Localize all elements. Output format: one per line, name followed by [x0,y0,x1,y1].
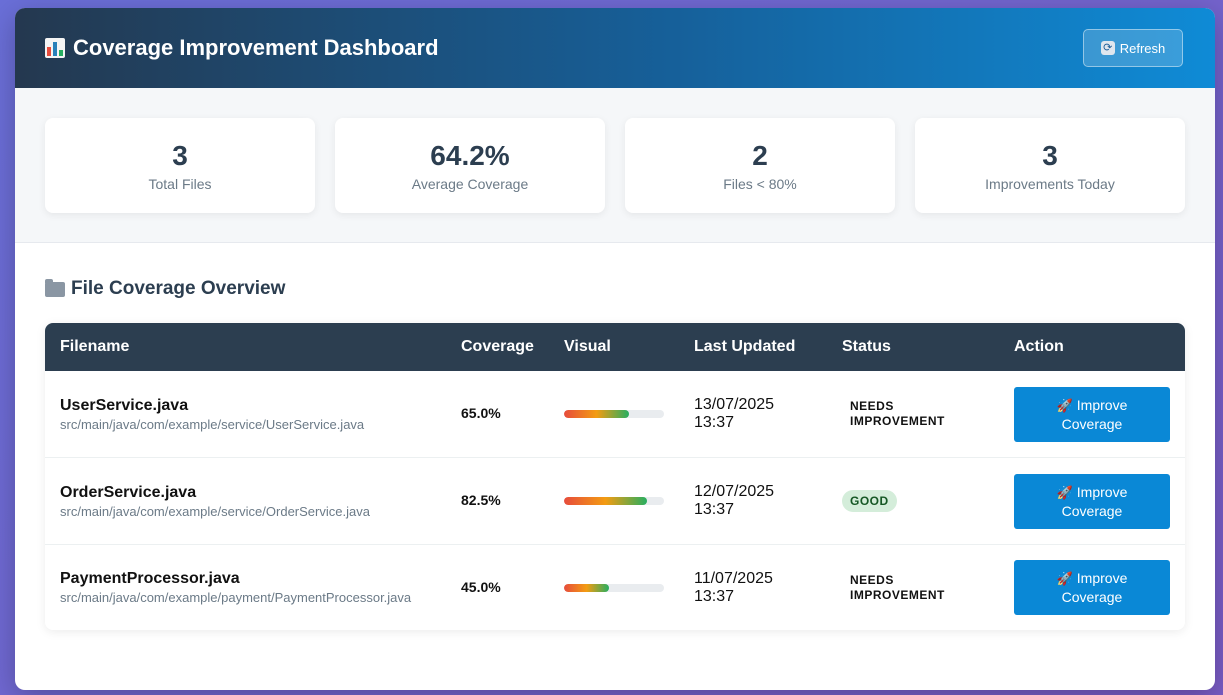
stat-value: 2 [752,139,768,171]
status-line: IMPROVEMENT [850,414,945,428]
file-name: UserService.java [60,396,189,414]
last-updated-date: 11/07/2025 [694,569,773,587]
visual-cell [549,583,679,592]
rocket-icon: 🚀 [1056,484,1073,500]
coverage-cell: 45.0% [446,579,549,597]
improve-button-text: Improve [1076,483,1128,500]
stat-files-below-80: 2 Files < 80% [625,118,895,213]
file-path: src/main/java/com/example/payment/Paymen… [60,590,412,605]
stat-value: 3 [172,139,188,171]
coverage-bar [564,583,664,592]
file-name: OrderService.java [60,483,197,501]
last-updated-time: 13:37 [694,587,735,605]
status-cell: GOOD [827,490,999,512]
action-cell: 🚀 Improve Coverage [999,473,1185,529]
last-updated-date: 13/07/2025 [694,396,775,413]
column-header-last-updated: Last Updated [694,338,796,355]
page-title: Coverage Improvement Dashboard [45,35,439,61]
status-line: NEEDS [850,572,894,587]
improve-button-line: 🚀 Improve [1057,396,1128,415]
section-title: File Coverage Overview [45,277,1185,301]
coverage-bar [564,410,664,418]
file-coverage-section: File Coverage Overview Filename Coverage… [15,277,1215,630]
improve-coverage-button[interactable]: 🚀 Improve Coverage [1014,560,1170,615]
rocket-icon: 🚀 [1056,571,1073,586]
improve-button-line: 🚀 Improve [1057,569,1128,588]
file-cell: UserService.java src/main/java/com/examp… [45,397,446,432]
improve-button-text: Coverage [1061,589,1123,605]
date-cell: 13/07/2025 13:37 [679,396,827,432]
last-updated-date: 12/07/2025 [694,483,775,500]
improve-coverage-button[interactable]: 🚀 Improve Coverage [1014,473,1170,529]
coverage-cell: 82.5% [446,492,549,510]
date-cell: 12/07/2025 13:37 [679,483,827,519]
coverage-value: 45.0% [461,578,501,595]
table-header: Filename Coverage Visual Last Updated St… [45,323,1185,371]
stat-label: Files < 80% [723,175,797,192]
status-line: NEEDS [850,399,894,413]
column-header-visual: Visual [564,338,611,355]
table-row: UserService.java src/main/java/com/examp… [45,371,1185,458]
rocket-icon: 🚀 [1056,397,1073,413]
file-cell: OrderService.java src/main/java/com/exam… [45,484,446,519]
page-title-text: Coverage Improvement Dashboard [73,35,439,60]
status-badge: NEEDS IMPROVEMENT [842,399,999,429]
refresh-button[interactable]: ⟳ Refresh [1083,29,1183,67]
improve-coverage-button[interactable]: 🚀 Improve Coverage [1014,386,1170,442]
column-header-coverage: Coverage [461,338,534,355]
coverage-table: Filename Coverage Visual Last Updated St… [45,323,1185,630]
stat-label: Total Files [148,175,212,192]
stat-improvements-today: 3 Improvements Today [915,118,1185,213]
action-cell: 🚀 Improve Coverage [999,386,1185,442]
coverage-value: 82.5% [461,492,501,508]
stat-average-coverage: 64.2% Average Coverage [335,118,605,213]
improve-button-text: Improve [1076,570,1128,586]
status-line: IMPROVEMENT [850,587,945,602]
folder-icon [45,278,65,297]
column-header-status: Status [842,338,891,355]
column-header-filename: Filename [60,338,130,355]
stat-value: 64.2% [430,139,510,171]
bar-chart-icon [45,38,65,58]
visual-cell [549,410,679,418]
improve-button-line: 🚀 Improve [1057,483,1128,502]
table-row: PaymentProcessor.java src/main/java/com/… [45,545,1185,630]
status-badge: NEEDS IMPROVEMENT [842,573,999,603]
dashboard-window: Coverage Improvement Dashboard ⟳ Refresh… [15,8,1215,690]
file-name: PaymentProcessor.java [60,570,240,587]
file-path: src/main/java/com/example/service/OrderS… [60,503,370,519]
header: Coverage Improvement Dashboard ⟳ Refresh [15,8,1215,88]
file-cell: PaymentProcessor.java src/main/java/com/… [45,570,446,605]
coverage-bar-fill [564,583,609,592]
section-title-text: File Coverage Overview [71,278,286,299]
stat-value: 3 [1042,139,1058,171]
stat-total-files: 3 Total Files [45,118,315,213]
table-row: OrderService.java src/main/java/com/exam… [45,458,1185,545]
status-badge: GOOD [842,490,897,512]
stat-label: Average Coverage [411,175,529,192]
status-cell: NEEDS IMPROVEMENT [827,399,999,429]
stats-row: 3 Total Files 64.2% Average Coverage 2 F… [15,88,1215,243]
date-cell: 11/07/2025 13:37 [679,570,827,606]
refresh-icon: ⟳ [1100,41,1115,55]
file-path: src/main/java/com/example/service/UserSe… [60,416,365,432]
refresh-label: Refresh [1119,40,1166,56]
coverage-value: 65.0% [461,405,501,421]
last-updated-time: 13:37 [694,501,735,518]
coverage-bar-fill [564,497,647,505]
coverage-cell: 65.0% [446,405,549,423]
improve-button-text: Coverage [1061,502,1123,519]
stat-label: Improvements Today [985,175,1115,192]
visual-cell [549,497,679,505]
coverage-bar [564,497,664,505]
last-updated-time: 13:37 [694,414,735,431]
coverage-bar-fill [564,410,629,418]
improve-button-text: Improve [1076,396,1128,413]
status-cell: NEEDS IMPROVEMENT [827,573,999,603]
action-cell: 🚀 Improve Coverage [999,560,1185,615]
improve-button-text: Coverage [1061,415,1123,432]
column-header-action: Action [1014,338,1064,355]
